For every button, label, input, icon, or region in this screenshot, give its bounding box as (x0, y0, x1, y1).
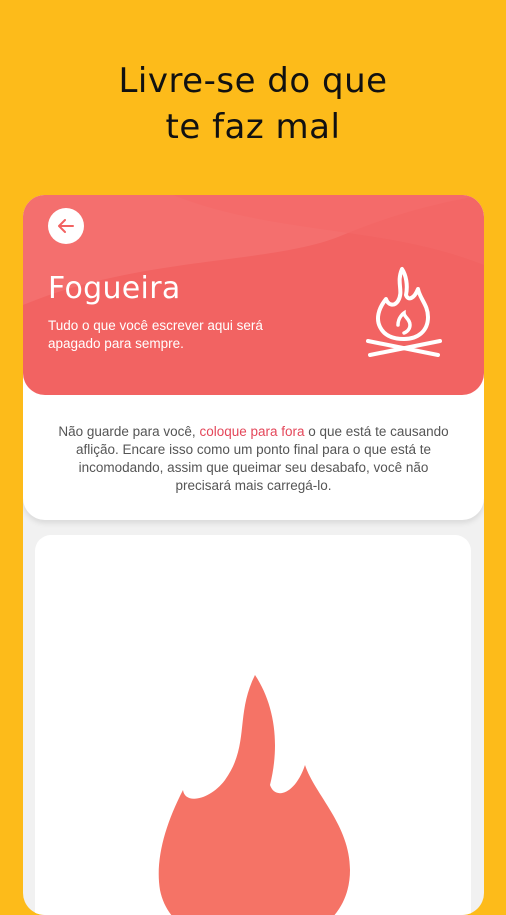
page-subtitle: Tudo o que você escrever aqui será apaga… (48, 318, 263, 351)
info-text-part: Não guarde para você, (58, 424, 200, 439)
info-card: Não guarde para você, coloque para fora … (23, 375, 484, 520)
back-button[interactable] (48, 208, 84, 244)
headline-line-1: Livre-se do que (118, 61, 388, 101)
headline: Livre-se do que te faz mal (0, 58, 506, 150)
flame-icon (158, 675, 350, 915)
info-text: Não guarde para você, coloque para fora … (53, 423, 454, 495)
campfire-icon (366, 267, 442, 357)
arrow-left-icon (58, 219, 74, 233)
fire-card[interactable] (35, 535, 471, 915)
headline-line-2: te faz mal (165, 107, 341, 147)
info-highlight: coloque para fora (199, 424, 305, 439)
app-screen: Não guarde para você, coloque para fora … (23, 195, 484, 915)
hero-header: Fogueira Tudo o que você escrever aqui s… (23, 195, 484, 395)
page-title: Fogueira (48, 271, 181, 306)
